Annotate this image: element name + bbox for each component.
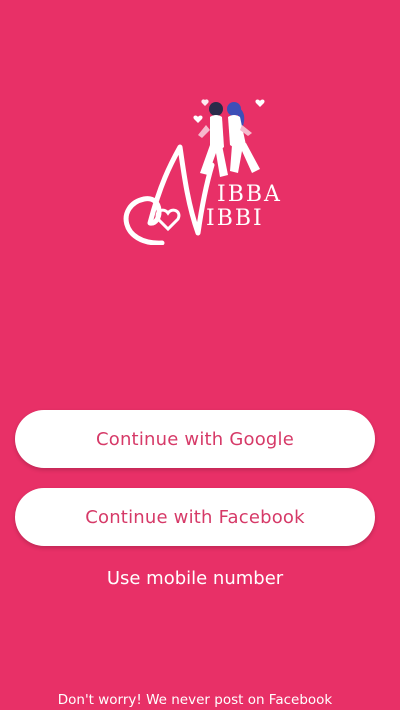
facebook-button-label: Continue with Facebook bbox=[85, 506, 305, 528]
continue-with-google-button[interactable]: Continue with Google bbox=[15, 410, 375, 468]
continue-with-facebook-button[interactable]: Continue with Facebook bbox=[15, 488, 375, 546]
logo-text-line1: IBBA bbox=[217, 182, 282, 207]
footer-note: Don't worry! We never post on Facebook bbox=[57, 692, 333, 708]
logo-text-line2: IBBI bbox=[206, 206, 264, 231]
app-logo: IBBA IBBI bbox=[110, 95, 290, 246]
use-mobile-number-link[interactable]: Use mobile number bbox=[0, 568, 390, 589]
google-button-label: Continue with Google bbox=[95, 428, 295, 450]
